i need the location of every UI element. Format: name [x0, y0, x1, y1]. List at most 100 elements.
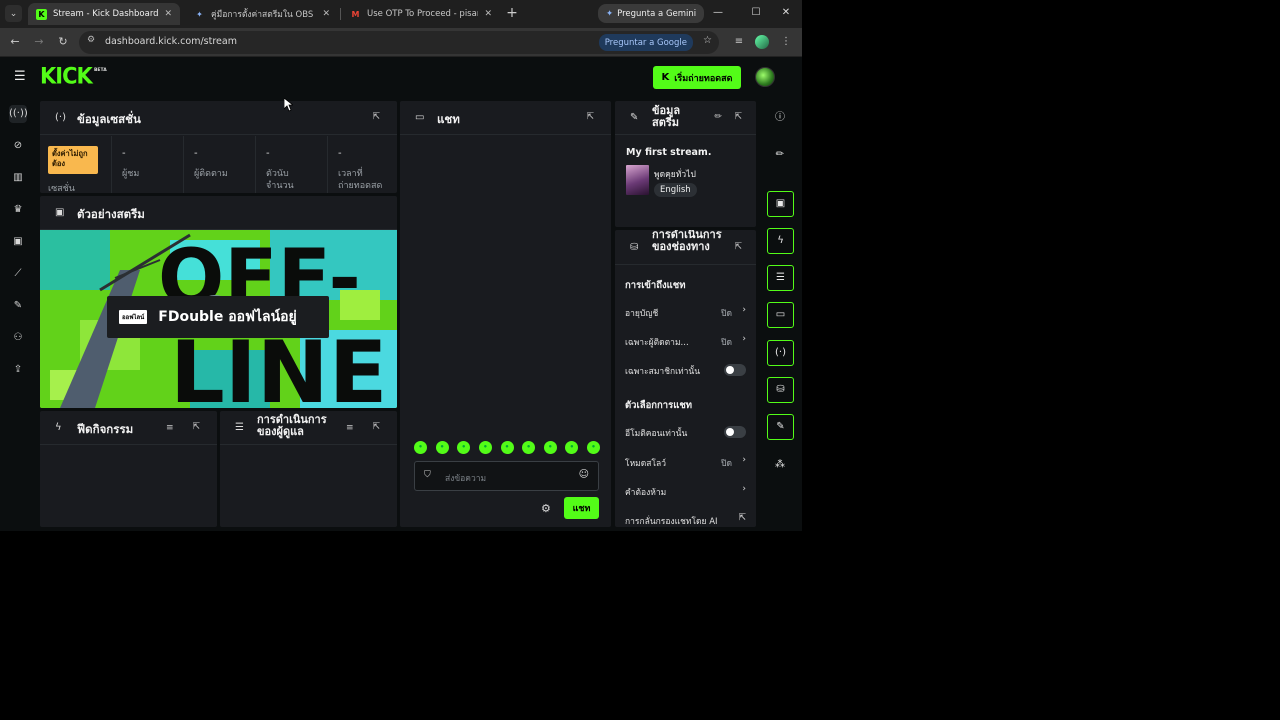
chevron-right-icon: › — [742, 305, 746, 315]
reload-icon[interactable]: ↻ — [54, 34, 72, 50]
ask-google-label: Preguntar a Google — [604, 37, 687, 48]
ai-moderation-row[interactable]: การกลั่นกรองแชทโดย AI ⇱ — [625, 513, 746, 527]
profile-icon[interactable] — [755, 35, 769, 49]
info-icon[interactable]: ⓘ — [771, 109, 789, 127]
gemini-button[interactable]: ✦ Pregunta a Gemini — [598, 4, 705, 23]
tab-title: Use OTP To Proceed - pisanu7t — [367, 9, 478, 19]
wrench-icon: ✎ — [630, 112, 639, 123]
panel-header: ▣ ตัวอย่างสตรีม — [40, 196, 397, 230]
left-nav-rail: ((·)) ⊘ ▥ ♛ ▣ ⟋ ✎ ⚇ ⇪ — [0, 98, 36, 531]
kick-logo[interactable]: KICK — [40, 63, 93, 88]
popout-icon[interactable]: ⇱ — [372, 112, 380, 122]
tab-kick-dashboard[interactable]: K Stream - Kick Dashboard ✕ — [28, 3, 180, 25]
maximize-icon[interactable]: ☐ — [746, 4, 766, 22]
popout-icon[interactable]: ⇱ — [586, 112, 594, 122]
chat-panel: ▭ แชท ⇱ • • • • • • • • • ⛉ ส่งข้อความ ☺… — [400, 101, 611, 527]
hamburger-menu-icon[interactable]: ☰ — [14, 70, 27, 84]
mod-actions-panel: ☰ การดำเนินการของผู้ดูแล ≡ ⇱ — [220, 411, 397, 527]
channel-ops-icon[interactable]: ⛁ — [767, 377, 794, 403]
filter-icon[interactable]: ≡ — [166, 423, 174, 433]
new-tab-plus-icon[interactable]: + — [505, 4, 519, 22]
emotes-only-toggle[interactable] — [724, 426, 746, 438]
popout-icon[interactable]: ⇱ — [192, 422, 200, 432]
close-tab-icon[interactable]: ✕ — [164, 9, 172, 19]
emote-icon[interactable]: • — [543, 441, 557, 454]
browser-menu-icon[interactable]: ⋮ — [778, 34, 794, 50]
tab-obs-guide[interactable]: ✦ คู่มือการตั้งค่าสตรีมใน OBS - Goog ✕ — [186, 3, 338, 25]
wrench-icon[interactable]: ✎ — [767, 414, 794, 440]
filter-icon[interactable]: ≡ — [346, 423, 354, 433]
emote-icon[interactable]: • — [435, 441, 449, 454]
tab-gmail-otp[interactable]: M Use OTP To Proceed - pisanu7t ✕ — [342, 3, 500, 25]
chat-bubble-icon[interactable]: ▭ — [767, 302, 794, 328]
chat-settings-gear-icon[interactable]: ⚙ — [541, 502, 551, 515]
row-value: ปิด — [721, 338, 732, 348]
users-icon[interactable]: ⚇ — [9, 329, 27, 347]
video-icon[interactable]: ▣ — [9, 233, 27, 251]
close-window-icon[interactable]: ✕ — [776, 4, 796, 22]
config-warning-badge[interactable]: ตั้งค่าไม่ถูกต้อง — [48, 146, 98, 174]
banned-words-row[interactable]: คำต้องห้าม › — [625, 484, 746, 499]
close-tab-icon[interactable]: ✕ — [322, 9, 330, 19]
ask-google-button[interactable]: Preguntar a Google — [598, 34, 693, 51]
edit-pencil-icon[interactable]: ✏ — [771, 146, 789, 164]
chat-input[interactable]: ⛉ ส่งข้อความ ☺ — [414, 461, 599, 491]
list-icon[interactable]: ☰ — [767, 265, 794, 291]
emote-icon[interactable]: • — [565, 441, 579, 454]
broadcast-icon[interactable]: ((·)) — [9, 105, 28, 123]
offline-banner: ออฟไลน์ FDouble ออฟไลน์อยู่ — [107, 296, 329, 338]
emote-icon[interactable]: • — [457, 441, 471, 454]
subscribers-only-toggle[interactable] — [724, 364, 746, 376]
link-icon[interactable]: ⊘ — [9, 137, 27, 155]
minimize-icon[interactable]: — — [708, 4, 728, 22]
popout-icon[interactable]: ⇱ — [734, 242, 742, 252]
followers-only-row[interactable]: เฉพาะผู้ติดตาม... ปิด › — [625, 334, 746, 349]
site-settings-icon[interactable]: ⚙ — [87, 35, 95, 45]
chat-send-button[interactable]: แชท — [564, 497, 599, 519]
emote-icon[interactable]: • — [522, 441, 536, 454]
edit-pencil-icon[interactable]: ✏ — [714, 112, 722, 122]
bookmark-star-icon[interactable]: ☆ — [703, 35, 712, 46]
more-widgets-icon[interactable]: ⁂ — [771, 456, 789, 474]
user-avatar[interactable] — [755, 67, 775, 87]
emote-icon[interactable]: • — [414, 441, 427, 454]
emote-icon[interactable]: • — [478, 441, 492, 454]
tab-search-list-icon[interactable]: ≡ — [731, 34, 747, 50]
url-text[interactable]: dashboard.kick.com/stream — [105, 36, 237, 47]
kick-k-icon: K — [661, 72, 670, 83]
back-arrow-icon[interactable]: ← — [6, 34, 24, 50]
go-live-button[interactable]: K เริ่มถ่ายทอดสด — [653, 66, 741, 89]
channel-ops-panel: ⛁ การดำเนินการของช่องทาง ⇱ การเข้าถึงแชท… — [615, 230, 756, 527]
slow-mode-row[interactable]: โหมดสโลว์ ปิด › — [625, 455, 746, 470]
tab-divider — [340, 8, 341, 20]
stream-title: My first stream. — [626, 147, 712, 158]
lightning-icon[interactable]: ϟ — [767, 228, 794, 254]
browser-window: ⌄ K Stream - Kick Dashboard ✕ ✦ คู่มือกา… — [0, 0, 802, 531]
stream-time-cell: - เวลาที่ถ่ายทอดสด — [328, 136, 397, 193]
stat-label: ผู้ชม — [122, 169, 140, 179]
broadcast-icon[interactable]: (·) — [767, 340, 794, 366]
row-value: ปิด — [721, 309, 732, 319]
trophy-icon[interactable]: ♛ — [9, 201, 27, 219]
popout-icon[interactable]: ⇱ — [734, 112, 742, 122]
popout-icon[interactable]: ⇱ — [372, 422, 380, 432]
forward-arrow-icon[interactable]: → — [30, 34, 48, 50]
tab-title: Stream - Kick Dashboard — [53, 9, 159, 19]
bar-chart-icon[interactable]: ▥ — [9, 169, 27, 187]
preview-widget-icon[interactable]: ▣ — [767, 191, 794, 217]
close-tab-icon[interactable]: ✕ — [484, 9, 492, 19]
panel-title: แชท — [437, 112, 460, 126]
stat-value: - — [122, 148, 126, 159]
analytics-icon[interactable]: ⟋ — [9, 265, 27, 283]
tab-search-icon[interactable]: ⌄ — [5, 5, 22, 22]
address-bar[interactable]: ⚙ dashboard.kick.com/stream Preguntar a … — [79, 31, 719, 54]
shield-icon: ⛉ — [424, 470, 431, 480]
emote-icon[interactable]: • — [500, 441, 514, 454]
upload-icon[interactable]: ⇪ — [9, 361, 27, 379]
row-label: การกลั่นกรองแชทโดย AI — [625, 517, 718, 527]
account-age-row[interactable]: อายุบัญชี ปิด › — [625, 305, 746, 320]
emoji-picker-icon[interactable]: ☺ — [579, 469, 589, 480]
wrench-icon[interactable]: ✎ — [9, 297, 27, 315]
emote-icon[interactable]: • — [587, 441, 600, 454]
counter-cell: - ตัวนับจำนวน — [256, 136, 328, 193]
